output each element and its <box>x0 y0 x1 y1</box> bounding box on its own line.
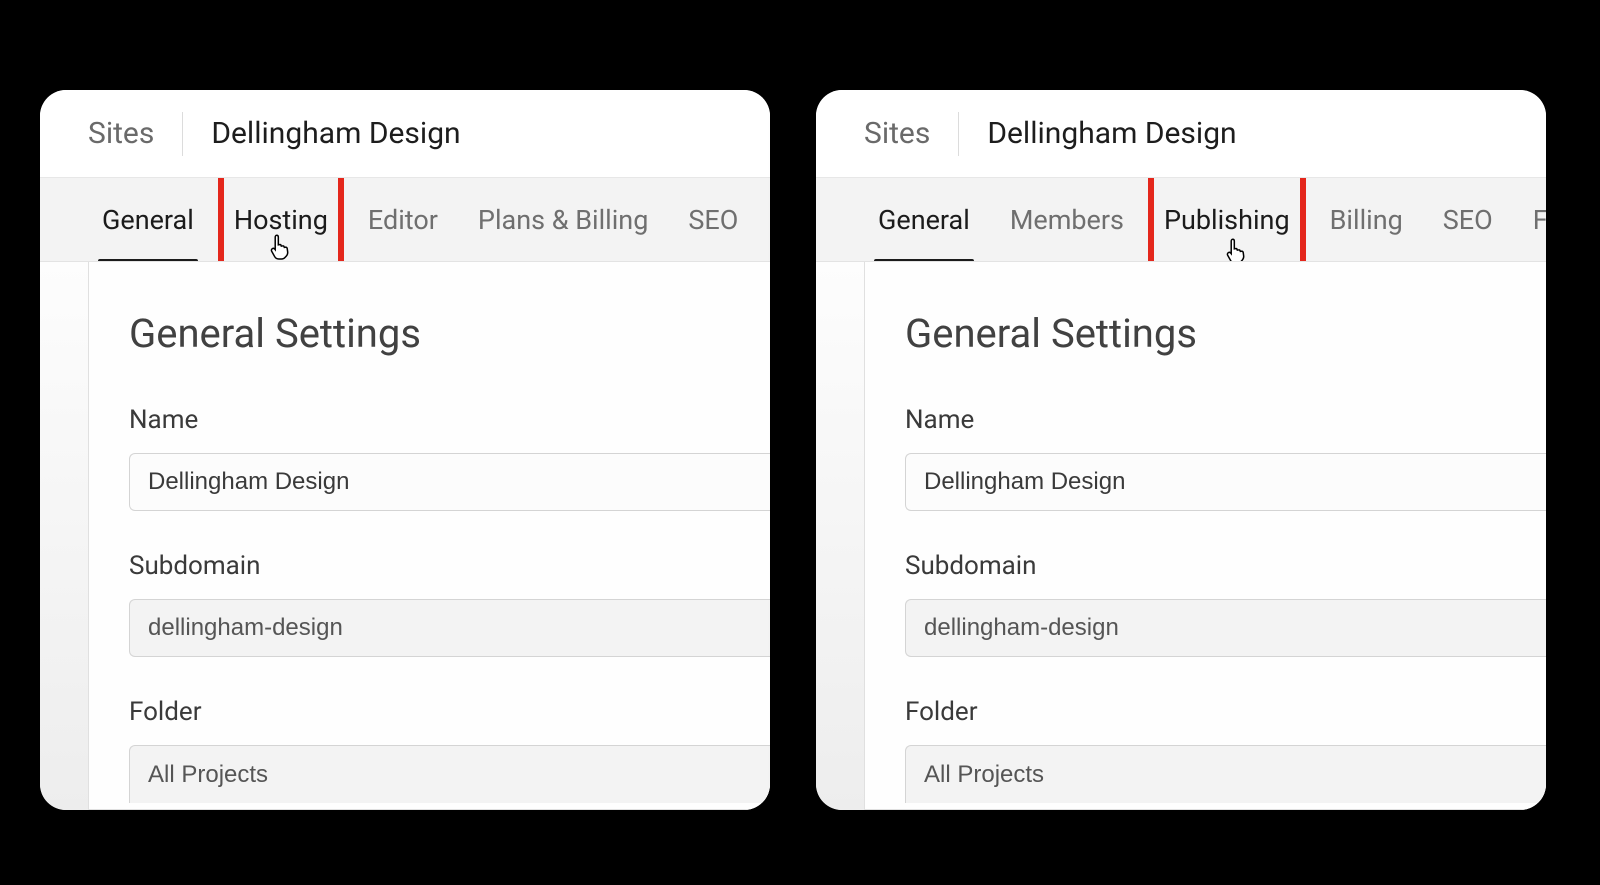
tab-billing[interactable]: Billing <box>1328 178 1405 262</box>
settings-content: General Settings Name Subdomain Folder <box>40 262 770 810</box>
folder-input[interactable] <box>905 745 1546 803</box>
field-label: Subdomain <box>129 551 770 581</box>
breadcrumb-separator <box>958 112 959 156</box>
breadcrumb: Sites Dellingham Design <box>816 90 1546 178</box>
pointer-cursor-icon <box>1224 236 1250 263</box>
tab-label: Billing <box>1330 204 1403 236</box>
field-label: Name <box>129 405 770 435</box>
field-label: Name <box>905 405 1546 435</box>
field-label: Folder <box>905 697 1546 727</box>
settings-content: General Settings Name Subdomain Folder <box>816 262 1546 810</box>
tab-label: Editor <box>368 204 438 236</box>
tab-label: SEO <box>1443 204 1493 236</box>
tab-members[interactable]: Members <box>1008 178 1126 262</box>
settings-panel-variant-b: Sites Dellingham Design General Members … <box>816 90 1546 810</box>
settings-tabbar: General Hosting Editor Plans & Billing S… <box>40 178 770 262</box>
tab-seo[interactable]: SEO <box>686 178 740 262</box>
tab-label: General <box>878 204 970 236</box>
breadcrumb-current: Dellingham Design <box>987 116 1236 151</box>
tab-fonts[interactable]: Fonts <box>1531 178 1546 262</box>
field-name: Name <box>905 405 1546 511</box>
name-input[interactable] <box>129 453 770 511</box>
subdomain-input[interactable] <box>129 599 770 657</box>
settings-tabbar: General Members Publishing Billing SEO F… <box>816 178 1546 262</box>
tab-label: Publishing <box>1164 204 1290 236</box>
tab-plans-billing[interactable]: Plans & Billing <box>476 178 650 262</box>
field-name: Name <box>129 405 770 511</box>
tab-label: Hosting <box>234 204 328 236</box>
subdomain-input[interactable] <box>905 599 1546 657</box>
field-label: Subdomain <box>905 551 1546 581</box>
tab-label: General <box>102 204 194 236</box>
tab-editor[interactable]: Editor <box>366 178 440 262</box>
tab-label: Fonts <box>1533 204 1546 236</box>
tab-label: Plans & Billing <box>478 204 648 236</box>
general-settings-card: General Settings Name Subdomain Folder <box>864 262 1546 810</box>
tab-general[interactable]: General <box>876 178 972 262</box>
breadcrumb-root[interactable]: Sites <box>864 116 958 151</box>
page-title: General Settings <box>129 310 770 357</box>
breadcrumb-separator <box>182 112 183 156</box>
folder-input[interactable] <box>129 745 770 803</box>
name-input[interactable] <box>905 453 1546 511</box>
page-title: General Settings <box>905 310 1546 357</box>
tab-publishing[interactable]: Publishing <box>1162 178 1292 262</box>
field-subdomain: Subdomain <box>905 551 1546 657</box>
general-settings-card: General Settings Name Subdomain Folder <box>88 262 770 810</box>
tab-seo[interactable]: SEO <box>1441 178 1495 262</box>
tab-label: SEO <box>688 204 738 236</box>
pointer-cursor-icon <box>268 232 294 262</box>
field-folder: Folder <box>905 697 1546 803</box>
tab-label: Members <box>1010 204 1124 236</box>
field-label: Folder <box>129 697 770 727</box>
tab-hosting[interactable]: Hosting <box>232 178 330 262</box>
settings-panel-variant-a: Sites Dellingham Design General Hosting … <box>40 90 770 810</box>
field-folder: Folder <box>129 697 770 803</box>
field-subdomain: Subdomain <box>129 551 770 657</box>
breadcrumb-current: Dellingham Design <box>211 116 460 151</box>
breadcrumb: Sites Dellingham Design <box>40 90 770 178</box>
breadcrumb-root[interactable]: Sites <box>88 116 182 151</box>
tab-general[interactable]: General <box>100 178 196 262</box>
